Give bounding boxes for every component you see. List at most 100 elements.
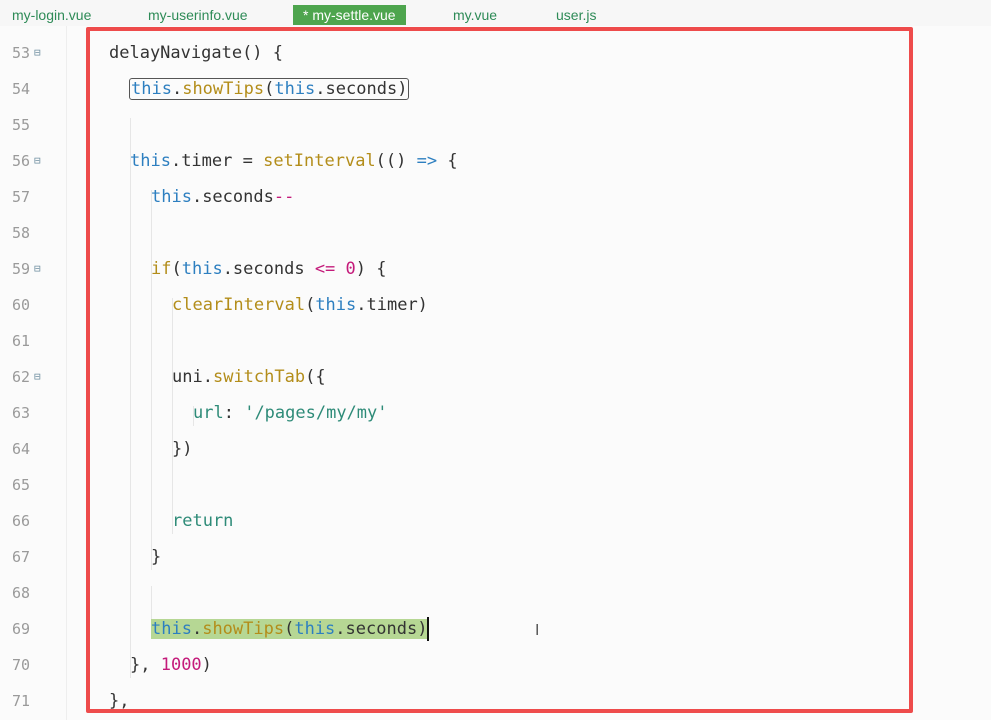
code-token: (() [375,151,417,171]
code-token: url [193,403,224,423]
tab-my-vue[interactable]: my.vue [453,4,497,26]
code-line-57: this.seconds-- [151,179,294,215]
code-line-60: clearInterval(this.timer) [172,287,428,323]
text-caret [427,617,430,641]
tab-my-userinfo[interactable]: my-userinfo.vue [148,4,248,26]
line-number: 56 [11,152,30,170]
code-token: . [171,79,183,99]
line-number: 55 [11,116,30,134]
code-line-69: this.showTips(this.seconds) [151,611,430,647]
code-token: .timer = [170,151,264,171]
code-line-64: }) [172,431,192,467]
code-token: ({ [305,367,326,387]
code-token: switchTab [212,367,306,387]
line-number-gutter: 53 ⊟ 54 55 56 ⊟ 57 58 59 ⊟ 60 61 62 ⊟ 63… [0,26,67,720]
fold-icon[interactable]: ⊟ [34,251,41,287]
line-number: 54 [11,80,30,98]
code-token: uni [172,367,203,387]
code-token: ( [264,79,275,99]
method-name: delayNavigate [109,43,243,63]
line-number: 69 [11,620,30,638]
code-line-70: }, 1000) [130,647,212,683]
line-number: 71 [11,692,30,710]
code-line-63: url: '/pages/my/my' [193,395,388,431]
code-token: this [274,79,316,99]
editor-tab-bar: my-login.vue my-userinfo.vue * my-settle… [0,0,991,26]
code-token: this [315,295,357,315]
code-token: this [151,187,192,207]
code-token: .timer) [356,295,428,315]
code-token: setInterval [263,151,376,171]
tab-my-settle[interactable]: * my-settle.vue [293,5,406,25]
code-token: . [191,619,203,639]
code-token: .seconds [222,259,315,279]
fold-icon[interactable]: ⊟ [34,35,41,71]
code-line-56: this.timer = setInterval(() => { [130,143,458,179]
code-line-67: } [151,539,161,575]
fold-icon[interactable]: ⊟ [34,143,41,179]
code-token: this [130,151,171,171]
code-token: this [151,619,192,639]
code-token: }) [172,439,193,459]
line-number: 57 [11,188,30,206]
code-token: ( [305,295,316,315]
line-number: 65 [11,476,30,494]
code-token: () { [242,43,284,63]
line-number: 53 [11,44,30,62]
line-number: 66 [11,512,30,530]
line-number: 59 [11,260,30,278]
code-line-59: if(this.seconds <= 0) { [151,251,387,287]
code-token: <= [314,259,336,279]
code-token: : [223,403,245,423]
code-token: .seconds [191,187,274,207]
code-token: showTips [182,79,265,99]
code-token: this [181,259,223,279]
code-token: }, [130,655,161,675]
code-token: }, [109,691,130,711]
code-token: ) { [355,259,387,279]
code-token: . [315,79,326,99]
code-token: ) [397,79,408,99]
code-token: showTips [202,619,285,639]
code-line-53: delayNavigate() { [109,35,283,71]
tab-my-login[interactable]: my-login.vue [12,4,91,26]
line-number: 58 [11,224,30,242]
code-token: ( [284,619,295,639]
code-line-71: }, [109,683,129,719]
code-token: seconds [325,79,398,99]
code-token: } [151,547,162,567]
text-cursor-icon: I [535,621,540,639]
code-token: . [335,619,346,639]
code-token: if [151,259,172,279]
matched-text-box: this.showTips(this.seconds) [128,78,410,100]
code-line-62: uni.switchTab({ [172,359,326,395]
code-token: seconds [345,619,418,639]
tab-user-js[interactable]: user.js [556,4,596,26]
code-line-66: return [172,503,233,539]
line-number: 68 [11,584,30,602]
code-token: { [437,151,458,171]
line-number: 63 [11,404,30,422]
code-token: ( [171,259,182,279]
line-number: 67 [11,548,30,566]
line-number: 70 [11,656,30,674]
line-number: 60 [11,296,30,314]
code-token: clearInterval [172,295,306,315]
line-number: 62 [11,368,30,386]
code-token: '/pages/my/my' [244,403,388,423]
code-token: . [202,367,213,387]
line-number: 64 [11,440,30,458]
code-token: => [416,151,438,171]
fold-icon[interactable]: ⊟ [34,359,41,395]
code-line-54: this.showTips(this.seconds) [128,71,410,107]
selected-text: this.showTips(this.seconds) [151,619,428,639]
code-token: ) [201,655,212,675]
code-token: return [172,511,234,531]
indent-guide [130,118,131,678]
code-token: 1000 [160,655,202,675]
code-editor[interactable]: 53 ⊟ 54 55 56 ⊟ 57 58 59 ⊟ 60 61 62 ⊟ 63… [0,26,991,720]
code-token: 0 [335,259,356,279]
indent-guide [151,190,152,570]
code-token: -- [273,187,295,207]
code-token: ) [417,619,428,639]
